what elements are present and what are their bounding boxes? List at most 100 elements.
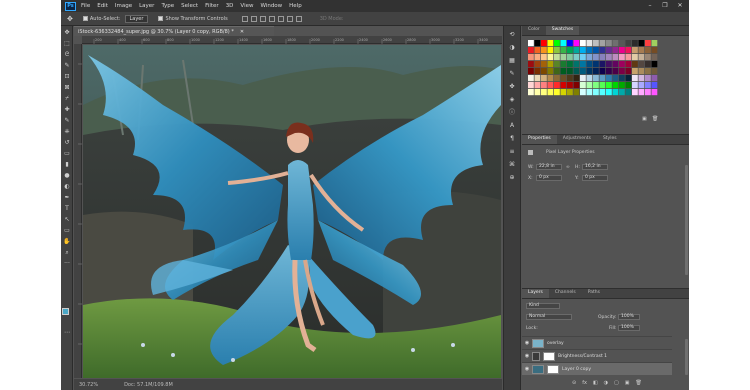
swatch-cell[interactable] [606,54,612,61]
swatch-cell[interactable] [638,89,645,96]
swatch-cell[interactable] [593,61,599,68]
info-icon[interactable]: ⓘ [508,109,516,117]
swatch-cell[interactable] [541,47,547,54]
minimize-icon[interactable]: – [644,1,656,10]
swatch-cell[interactable] [528,89,534,96]
menu-view[interactable]: View [240,3,253,9]
marquee-tool[interactable]: ⬚ [63,40,71,48]
layer-row[interactable]: ◉ Brightness/Contrast 1 [522,349,672,362]
swatch-cell[interactable] [580,82,586,89]
menu-image[interactable]: Image [115,3,132,9]
swatch-cell[interactable] [625,61,632,68]
swatch-cell[interactable] [638,68,645,75]
quick-select-tool[interactable]: ✎ [63,62,71,70]
tab-styles[interactable]: Styles [597,135,623,144]
paragraph-icon[interactable]: ¶ [508,135,516,143]
swatch-cell[interactable] [632,40,638,47]
swatch-cell[interactable] [554,75,560,82]
swatch-cell[interactable] [606,75,612,82]
align-right-icon[interactable] [286,15,293,22]
lasso-tool[interactable]: ᘓ [63,51,71,59]
swatch-cell[interactable] [534,54,541,61]
swatch-cell[interactable] [580,54,586,61]
swatch-cell[interactable] [573,89,580,96]
swatch-cell[interactable] [645,61,651,68]
swatch-cell[interactable] [554,82,560,89]
swatch-cell[interactable] [651,68,658,75]
swatch-cell[interactable] [645,89,651,96]
eye-icon[interactable]: ◉ [522,340,532,346]
path-select-tool[interactable]: ↖ [63,216,71,224]
swatch-cell[interactable] [619,68,625,75]
swatch-cell[interactable] [645,40,651,47]
swatch-cell[interactable] [593,47,599,54]
swatch-cell[interactable] [612,75,619,82]
new-adjustment-icon[interactable]: ◑ [604,380,608,386]
new-swatch-icon[interactable]: ▣ [642,116,647,122]
swatch-cell[interactable] [632,89,638,96]
menu-type[interactable]: Type [161,3,174,9]
swatch-cell[interactable] [541,75,547,82]
eraser-tool[interactable]: ▭ [63,150,71,158]
swatch-cell[interactable] [599,75,606,82]
history-icon[interactable]: ⟲ [508,31,516,39]
layer-style-icon[interactable]: fx [582,380,587,386]
fill-field[interactable]: 100% [618,325,640,331]
layer-name[interactable]: Brightness/Contrast 1 [558,354,607,359]
swatch-cell[interactable] [632,61,638,68]
layer-row[interactable]: ◉ overlay [522,336,672,349]
swatch-cell[interactable] [573,54,580,61]
swatch-cell[interactable] [586,75,593,82]
swatch-cell[interactable] [541,40,547,47]
swatch-cell[interactable] [528,82,534,89]
swatch-cell[interactable] [573,82,580,89]
swatch-cell[interactable] [547,89,554,96]
tab-color[interactable]: Color [522,26,546,35]
swatch-cell[interactable] [645,75,651,82]
swatch-cell[interactable] [625,68,632,75]
link-dimensions-icon[interactable]: ∞ [566,165,570,170]
pen-tool[interactable]: ✒ [63,194,71,202]
link-layers-icon[interactable]: ⊝ [572,380,576,386]
swatch-cell[interactable] [541,54,547,61]
adjustments-icon[interactable]: ◑ [508,44,516,52]
swatch-cell[interactable] [586,89,593,96]
swatch-cell[interactable] [599,47,606,54]
swatch-cell[interactable] [619,75,625,82]
swatch-cell[interactable] [612,47,619,54]
swatch-cell[interactable] [547,82,554,89]
swatch-cell[interactable] [599,82,606,89]
swatch-cell[interactable] [638,75,645,82]
swatch-cell[interactable] [534,89,541,96]
swatch-cell[interactable] [612,61,619,68]
edit-toolbar-icon[interactable]: ⋯ [63,329,71,337]
swatch-cell[interactable] [645,54,651,61]
swatch-cell[interactable] [612,89,619,96]
swatch-cell[interactable] [560,54,567,61]
swatch-cell[interactable] [606,89,612,96]
close-icon[interactable]: ✕ [674,1,686,10]
swatch-cell[interactable] [534,47,541,54]
brushes-icon[interactable]: ✤ [508,83,516,91]
x-field[interactable]: 0 px [536,175,562,181]
swatch-cell[interactable] [651,61,658,68]
swatch-cell[interactable] [528,75,534,82]
history-brush-tool[interactable]: ↺ [63,139,71,147]
menu-select[interactable]: Select [181,3,198,9]
swatch-cell[interactable] [612,40,619,47]
align-vcenter-icon[interactable] [250,15,257,22]
swatch-cell[interactable] [606,40,612,47]
character-icon[interactable]: A [508,122,516,130]
eye-icon[interactable]: ◉ [522,353,532,359]
properties-scrollbar[interactable] [685,165,688,275]
swatch-grid[interactable] [528,40,660,112]
delete-layer-icon[interactable]: 🗑 [636,380,642,386]
swatch-cell[interactable] [632,75,638,82]
swatches-icon[interactable]: ▦ [508,57,516,65]
swatch-cell[interactable] [567,82,573,89]
swatch-cell[interactable] [580,75,586,82]
swatch-cell[interactable] [632,54,638,61]
swatch-cell[interactable] [638,47,645,54]
swatch-cell[interactable] [528,68,534,75]
blend-mode-dropdown[interactable]: Normal [526,314,572,320]
